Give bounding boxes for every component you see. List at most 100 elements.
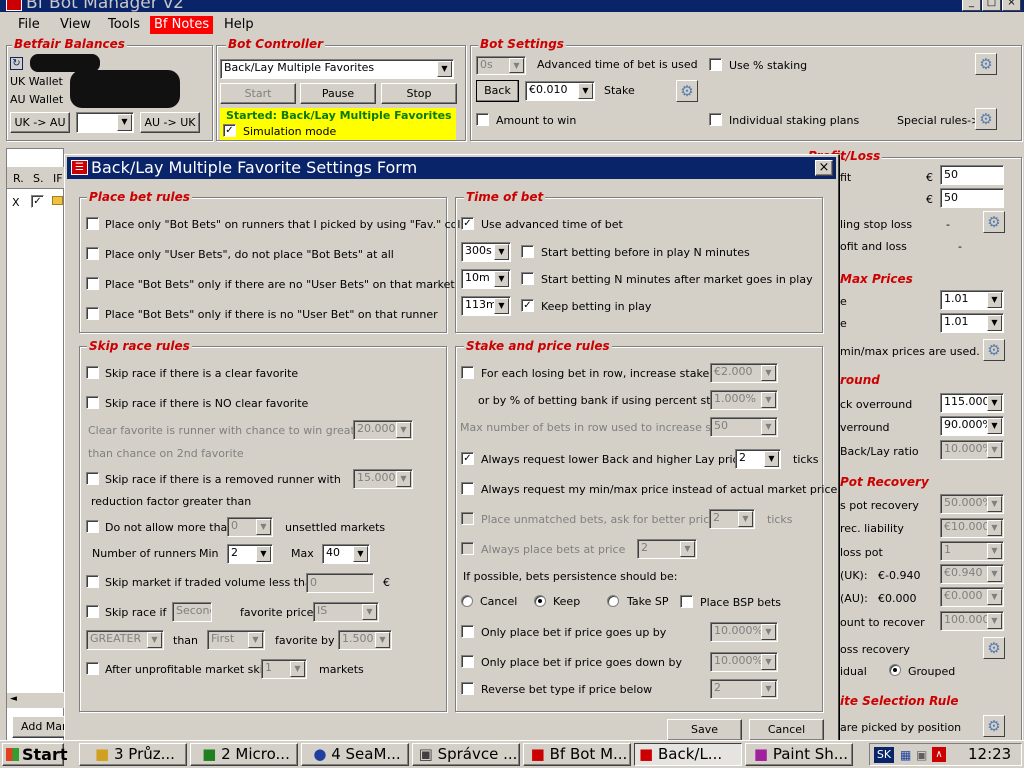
skip-clear-fav-checkbox[interactable] [86,366,99,379]
persistence-take-sp-radio[interactable] [607,595,619,607]
loss-pot-select[interactable]: 1 ▼ [940,541,1004,561]
menu-file[interactable]: File [18,17,40,32]
persistence-keep-radio[interactable] [534,595,546,607]
taskbar-item-folders[interactable]: ■ 3 Průz... [79,743,187,766]
rec-liability-select[interactable]: €10.000 ▼ [940,518,1004,538]
stop-button[interactable]: Stop [381,83,457,104]
antivirus-icon[interactable]: ∧ [932,747,946,762]
menu-tools[interactable]: Tools [108,17,140,32]
price-down-checkbox[interactable] [461,655,474,668]
start-after-checkbox[interactable] [521,272,534,285]
menu-bf-notes[interactable]: Bf Notes [150,16,214,34]
au-pot-select[interactable]: €0.000 ▼ [940,587,1004,607]
minmax-price-checkbox[interactable] [461,482,474,495]
lower-back-checkbox[interactable]: ✓ [461,452,474,465]
menu-help[interactable]: Help [224,17,254,32]
gear-icon[interactable]: ⚙ [983,637,1005,659]
refresh-icon[interactable]: ↻ [10,57,23,70]
back-lay-ratio-select[interactable]: 10.000% ▼ [940,440,1004,460]
gear-icon[interactable]: ⚙ [975,53,997,75]
grouped-radio[interactable] [889,664,901,676]
amount-to-win-checkbox[interactable] [476,113,489,126]
profit-input[interactable]: 50 [940,165,1004,185]
pause-button[interactable]: Pause [300,83,376,104]
stake-select[interactable]: €0.010 ▼ [525,81,595,101]
lay-overround-select[interactable]: 90.000% ▼ [940,416,1004,436]
unprofitable-checkbox[interactable] [86,662,99,675]
max-price-select[interactable]: 1.01 ▼ [940,313,1004,333]
back-button[interactable]: Back [476,80,519,102]
language-indicator[interactable]: SK [874,747,894,763]
or-by-pct-select[interactable]: 1.000% ▼ [710,390,778,410]
comparison-select[interactable]: GREATER ▼ [86,630,164,650]
max-bets-select[interactable]: 50 ▼ [710,417,778,437]
gear-icon[interactable]: ⚙ [975,108,997,130]
gear-icon[interactable]: ⚙ [983,715,1005,737]
clear-fav-select[interactable]: 20.000% ▼ [353,420,413,440]
monitor-icon[interactable]: ▣ [916,748,927,762]
minimize-button[interactable]: _ [962,0,981,11]
taskbar-item-seamonkey[interactable]: ● 4 SeaM... [301,743,409,766]
unmatched-select[interactable]: 2 ▼ [709,509,755,529]
uk-to-au-button[interactable]: UK -> AU [10,112,70,133]
individual-staking-checkbox[interactable] [709,113,722,126]
after-in-play-select[interactable]: 10m ▼ [461,269,511,289]
gear-icon[interactable]: ⚙ [676,80,698,102]
operator-select[interactable]: IS ▼ [313,602,379,622]
compare-favorite-select[interactable]: First ▼ [207,630,265,650]
persistence-cancel-radio[interactable] [461,595,473,607]
use-advanced-time-checkbox[interactable]: ✓ [461,217,474,230]
losing-bet-select[interactable]: €2.000 ▼ [710,363,778,383]
unmatched-checkbox[interactable] [461,512,474,525]
start-button[interactable]: Start [220,83,296,104]
traded-volume-input[interactable]: 0 [306,573,374,593]
price-down-select[interactable]: 10.000% ▼ [710,652,778,672]
runners-max-select[interactable]: 40 ▼ [322,544,370,564]
advanced-time-select[interactable]: 0s ▼ [476,56,526,75]
reduction-factor-select[interactable]: 15.000% ▼ [353,469,413,489]
losing-bet-checkbox[interactable] [461,366,474,379]
skip-race-if-checkbox[interactable] [86,605,99,618]
simulation-mode-checkbox[interactable]: ✓ [223,124,236,137]
min-price-select[interactable]: 1.01 ▼ [940,290,1004,310]
no-user-bet-runner-checkbox[interactable] [86,307,99,320]
uk-pot-select[interactable]: €0.940 ▼ [940,564,1004,584]
network-icon[interactable]: ▦ [900,748,911,762]
always-place-checkbox[interactable] [461,542,474,555]
strategy-select[interactable]: Back/Lay Multiple Favorites ▼ [220,59,454,79]
unprofitable-select[interactable]: 1 ▼ [261,659,307,679]
taskbar-item-backlay[interactable]: ■ Back/L... [634,743,742,766]
start-before-checkbox[interactable] [521,245,534,258]
grid-row-select-checkbox[interactable]: ✓ [31,195,44,208]
skip-no-clear-fav-checkbox[interactable] [86,396,99,409]
runners-min-select[interactable]: 2 ▼ [227,544,273,564]
no-user-bets-market-checkbox[interactable] [86,277,99,290]
add-market-button[interactable]: Add Mar [12,716,72,738]
scroll-left-icon[interactable]: ◄ [10,694,17,704]
favorite-position-select[interactable]: Second [172,602,212,622]
gear-icon[interactable]: ⚙ [983,339,1005,361]
maximize-button[interactable]: □ [982,0,1001,11]
taskbar-item-bfbot[interactable]: ■ Bf Bot M... [523,743,631,766]
taskbar-item-spravce[interactable]: ▣ Správce ... [412,743,520,766]
amount-to-recover-select[interactable]: 100.000 ▼ [940,611,1004,631]
keep-betting-checkbox[interactable]: ✓ [521,299,534,312]
taskbar-item-paintshop[interactable]: ■ Paint Sh... [745,743,853,766]
close-icon[interactable]: × [815,160,833,176]
close-window-button[interactable]: × [1002,0,1021,11]
unsettled-checkbox[interactable] [86,520,99,533]
gear-icon[interactable]: ⚙ [983,211,1005,233]
price-up-select[interactable]: 10.000% ▼ [710,622,778,642]
transfer-amount-select[interactable]: ▼ [76,112,134,133]
cancel-button[interactable]: Cancel [749,719,824,741]
favorite-by-select[interactable]: 1.500 ▼ [338,630,392,650]
loss-input[interactable]: 50 [940,188,1004,208]
au-to-uk-button[interactable]: AU -> UK [140,112,200,133]
always-place-select[interactable]: 2 ▼ [637,539,697,559]
lower-back-select[interactable]: 2 ▼ [735,449,781,469]
reverse-bet-checkbox[interactable] [461,682,474,695]
back-overround-select[interactable]: 115.000 ▼ [940,393,1004,413]
skip-removed-runner-checkbox[interactable] [86,472,99,485]
start-menu-button[interactable]: Start [2,743,68,766]
reverse-bet-select[interactable]: 2 ▼ [710,679,778,699]
